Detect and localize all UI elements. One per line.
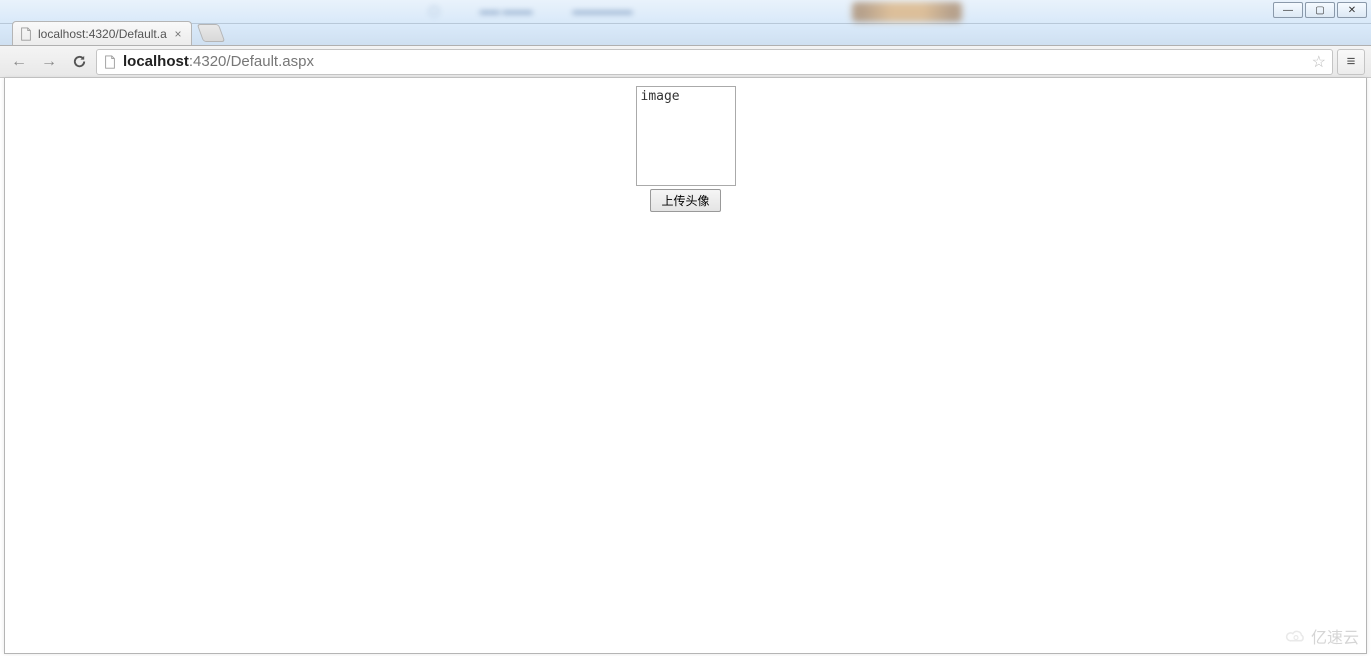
- browser-tab[interactable]: localhost:4320/Default.a ×: [12, 21, 192, 45]
- watermark: 亿速云: [1285, 624, 1359, 648]
- reload-button[interactable]: [66, 49, 92, 75]
- window-controls: — ▢ ✕: [1271, 2, 1367, 18]
- page-viewport: image 上传头像: [4, 78, 1367, 654]
- watermark-text: 亿速云: [1311, 624, 1359, 648]
- browser-toolbar: ← → localhost:4320/Default.aspx ☆ ≡: [0, 46, 1371, 78]
- page-icon: [103, 55, 117, 69]
- window-close-button[interactable]: ✕: [1337, 2, 1367, 18]
- cloud-icon: [1285, 628, 1307, 644]
- tab-title: localhost:4320/Default.a: [38, 27, 167, 41]
- window-maximize-button[interactable]: ▢: [1305, 2, 1335, 18]
- address-bar[interactable]: localhost:4320/Default.aspx ☆: [96, 49, 1333, 75]
- bookmark-star-icon[interactable]: ☆: [1312, 52, 1326, 72]
- url-path: :4320/Default.aspx: [189, 53, 314, 70]
- titlebar-background-blur: ◯ ▬▬ ▬▬▬ ▬▬▬▬▬▬: [0, 0, 1371, 23]
- image-placeholder: image: [636, 86, 736, 186]
- forward-button[interactable]: →: [36, 49, 62, 75]
- reload-icon: [72, 54, 87, 69]
- upload-avatar-button[interactable]: 上传头像: [650, 189, 720, 212]
- tab-close-icon[interactable]: ×: [171, 27, 185, 41]
- page-icon: [19, 27, 33, 41]
- browser-menu-button[interactable]: ≡: [1337, 49, 1365, 75]
- window-title-bar: ◯ ▬▬ ▬▬▬ ▬▬▬▬▬▬ — ▢ ✕: [0, 0, 1371, 24]
- page-content: image 上传头像: [5, 78, 1366, 212]
- window-minimize-button[interactable]: —: [1273, 2, 1303, 18]
- new-tab-button[interactable]: [197, 24, 226, 42]
- url-host: localhost: [123, 53, 189, 70]
- back-button[interactable]: ←: [6, 49, 32, 75]
